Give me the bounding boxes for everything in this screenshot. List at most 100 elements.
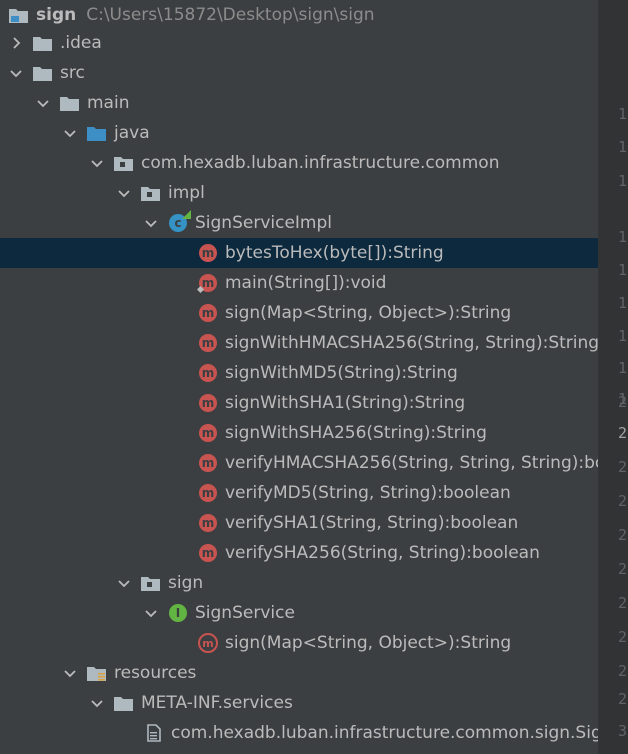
tree-label-method: verifyHMACSHA256(String, String, String)… bbox=[225, 453, 598, 473]
tree-label-method: signWithSHA1(String):String bbox=[225, 393, 466, 413]
editor-line-gutter: 1 1 1 1 1 1 1 1 1 2 2 2 2 2 2 2 2 2 2 3 bbox=[598, 0, 628, 754]
tree-row-method[interactable]: m bytesToHex(byte[]):String bbox=[0, 238, 598, 268]
tree-row-project[interactable]: sign C:\Users\15872\Desktop\sign\sign bbox=[0, 0, 598, 30]
tree-row-package-sign[interactable]: sign bbox=[0, 568, 598, 598]
tree-label-method: verifySHA1(String, String):boolean bbox=[225, 513, 519, 533]
tree-row-class-impl[interactable]: c SignServiceImpl bbox=[0, 208, 598, 238]
chevron-down-icon[interactable] bbox=[8, 65, 24, 81]
method-icon: m bbox=[197, 394, 219, 412]
chevron-down-icon[interactable] bbox=[89, 155, 105, 171]
chevron-down-icon[interactable] bbox=[116, 185, 132, 201]
tree-row-java[interactable]: java bbox=[0, 118, 598, 148]
line-number: 1 bbox=[618, 105, 628, 123]
tree-row-method[interactable]: m verifyMD5(String, String):boolean bbox=[0, 478, 598, 508]
line-number: 1 bbox=[618, 261, 628, 279]
line-number: 2 bbox=[618, 560, 628, 578]
chevron-down-icon[interactable] bbox=[62, 665, 78, 681]
tree-label-src: src bbox=[60, 63, 85, 83]
tree-label-method: sign(Map<String, Object>):String bbox=[225, 303, 512, 323]
tree-row-meta-inf[interactable]: META-INF.services bbox=[0, 688, 598, 718]
line-number: 2 bbox=[618, 492, 628, 510]
chevron-down-icon[interactable] bbox=[35, 95, 51, 111]
class-icon: c bbox=[167, 210, 191, 232]
tree-row-resources[interactable]: resources bbox=[0, 658, 598, 688]
tree-label-class-impl: SignServiceImpl bbox=[195, 213, 332, 233]
tree-row-method[interactable]: m verifySHA256(String, String):boolean bbox=[0, 538, 598, 568]
tree-label-method: main(String[]):void bbox=[225, 273, 387, 293]
method-icon: m bbox=[197, 544, 219, 562]
line-number: 1 bbox=[618, 172, 628, 190]
line-number: 2 bbox=[618, 458, 628, 476]
folder-icon bbox=[113, 694, 135, 712]
method-icon: m bbox=[197, 304, 219, 322]
method-icon: m bbox=[197, 364, 219, 382]
tree-label-idea: .idea bbox=[60, 33, 102, 53]
folder-icon bbox=[32, 34, 54, 52]
tree-label-main: main bbox=[87, 93, 130, 113]
source-folder-icon bbox=[86, 124, 108, 142]
project-folder-icon bbox=[8, 6, 30, 24]
chevron-down-icon[interactable] bbox=[62, 125, 78, 141]
package-icon bbox=[140, 184, 162, 202]
tree-label-meta-inf: META-INF.services bbox=[141, 693, 293, 713]
line-number: 1 bbox=[618, 138, 628, 156]
method-icon: m bbox=[197, 514, 219, 532]
tree-row-interface[interactable]: I SignService bbox=[0, 598, 598, 628]
tree-label-resources: resources bbox=[114, 663, 197, 683]
line-number: 1 bbox=[618, 294, 628, 312]
line-number: 2 bbox=[618, 690, 628, 708]
project-name: sign bbox=[36, 5, 77, 25]
tree-row-package-common[interactable]: com.hexadb.luban.infrastructure.common bbox=[0, 148, 598, 178]
method-icon: m bbox=[197, 244, 219, 262]
tree-row-service-file[interactable]: com.hexadb.luban.infrastructure.common.s… bbox=[0, 718, 598, 748]
line-number: 2 bbox=[618, 526, 628, 544]
package-icon bbox=[140, 574, 162, 592]
chevron-right-icon[interactable] bbox=[8, 35, 24, 51]
tree-row-impl[interactable]: impl bbox=[0, 178, 598, 208]
line-number: 1 bbox=[618, 327, 628, 345]
method-icon: m bbox=[197, 424, 219, 442]
chevron-down-icon[interactable] bbox=[116, 575, 132, 591]
tree-row-method[interactable]: m signWithMD5(String):String bbox=[0, 358, 598, 388]
chevron-down-icon[interactable] bbox=[89, 695, 105, 711]
tree-label-method: signWithMD5(String):String bbox=[225, 363, 458, 383]
resources-folder-icon bbox=[86, 664, 108, 682]
chevron-down-icon[interactable] bbox=[143, 215, 159, 231]
tree-row-method[interactable]: m sign(Map<String, Object>):String bbox=[0, 298, 598, 328]
tree-label-method: signWithHMACSHA256(String, String):Strin… bbox=[225, 333, 598, 353]
folder-icon bbox=[32, 64, 54, 82]
tree-label-method: signWithSHA256(String):String bbox=[225, 423, 487, 443]
tree-label-abstract-method: sign(Map<String, Object>):String bbox=[225, 633, 512, 653]
tree-label-method: verifySHA256(String, String):boolean bbox=[225, 543, 540, 563]
tree-label-interface: SignService bbox=[195, 603, 295, 623]
line-number: 2 bbox=[618, 594, 628, 612]
tree-row-method[interactable]: m verifyHMACSHA256(String, String, Strin… bbox=[0, 448, 598, 478]
tree-row-method[interactable]: m signWithSHA1(String):String bbox=[0, 388, 598, 418]
text-file-icon bbox=[143, 724, 165, 742]
tree-label-impl: impl bbox=[168, 183, 205, 203]
tree-label-method: verifyMD5(String, String):boolean bbox=[225, 483, 511, 503]
method-icon: m bbox=[197, 454, 219, 472]
line-number: 1 bbox=[618, 228, 628, 246]
tree-row-main[interactable]: main bbox=[0, 88, 598, 118]
tree-label-package-sign: sign bbox=[168, 573, 204, 593]
tree-row-method[interactable]: m signWithHMACSHA256(String, String):Str… bbox=[0, 328, 598, 358]
line-number: 2 bbox=[618, 662, 628, 680]
method-icon: m bbox=[197, 274, 219, 293]
line-number: 3 bbox=[618, 722, 628, 740]
abstract-method-icon: m bbox=[197, 633, 219, 653]
tree-label-package-common: com.hexadb.luban.infrastructure.common bbox=[141, 153, 500, 173]
tree-row-method[interactable]: m signWithSHA256(String):String bbox=[0, 418, 598, 448]
package-icon bbox=[113, 154, 135, 172]
folder-icon bbox=[59, 94, 81, 112]
tree-row-method[interactable]: m verifySHA1(String, String):boolean bbox=[0, 508, 598, 538]
tree-row-src[interactable]: src bbox=[0, 58, 598, 88]
tree-label-java: java bbox=[114, 123, 150, 143]
tree-row-abstract-method[interactable]: m sign(Map<String, Object>):String bbox=[0, 628, 598, 658]
tree-row-idea[interactable]: .idea bbox=[0, 28, 598, 58]
interface-icon: I bbox=[167, 604, 189, 622]
chevron-down-icon[interactable] bbox=[143, 605, 159, 621]
tree-row-method[interactable]: m main(String[]):void bbox=[0, 268, 598, 298]
tree-label-service-file: com.hexadb.luban.infrastructure.common.s… bbox=[171, 723, 598, 743]
line-number: 2 bbox=[618, 393, 628, 411]
